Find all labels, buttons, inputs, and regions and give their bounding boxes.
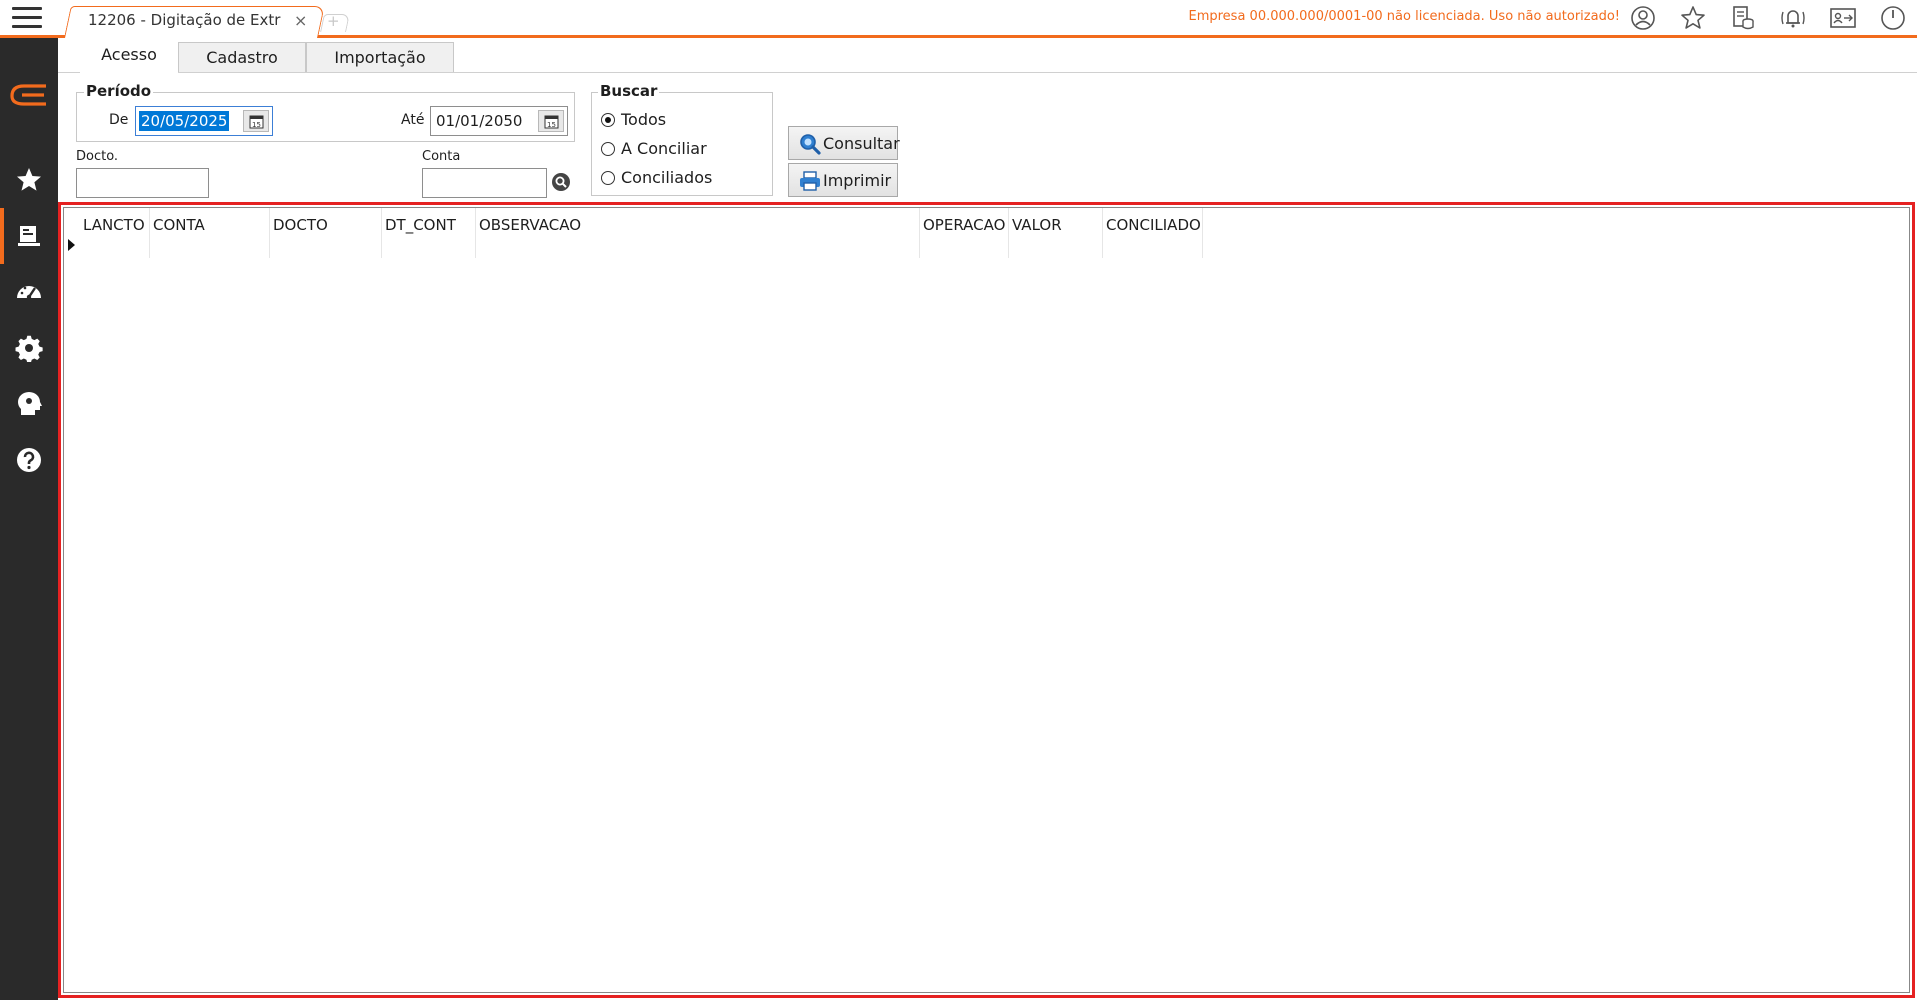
calendar-icon: 15 — [544, 115, 559, 129]
consultar-button[interactable]: Consultar — [788, 126, 900, 160]
sidebar — [0, 38, 58, 1000]
ate-label: Até — [401, 112, 425, 128]
settings-gear-icon[interactable] — [0, 320, 58, 376]
document-tab-title[interactable]: 12206 - Digitação de Extr — [88, 11, 280, 29]
close-tab-icon[interactable]: × — [294, 11, 307, 30]
radio-a-conciliar-label: A Conciliar — [621, 139, 707, 158]
power-icon[interactable] — [1878, 4, 1908, 32]
register-icon[interactable] — [0, 208, 58, 264]
column-header-label: LANCTO — [83, 216, 145, 234]
date-from-calendar-button[interactable]: 15 — [243, 110, 269, 132]
column-header-operacao[interactable]: OPERACAO — [920, 208, 1009, 258]
column-header-conciliado[interactable]: CONCILIADO — [1103, 208, 1203, 258]
column-header-dt-cont[interactable]: DT_CONT — [382, 208, 476, 258]
top-bar: 12206 - Digitação de Extr × + Empresa 00… — [0, 0, 1917, 38]
user-circle-icon[interactable] — [1628, 4, 1658, 32]
date-to-field[interactable]: 01/01/2050 15 — [430, 106, 568, 136]
de-label: De — [109, 112, 129, 128]
column-header-docto[interactable]: DOCTO — [270, 208, 382, 258]
column-header-lancto[interactable]: LANCTO — [80, 208, 150, 258]
docto-label: Docto. — [76, 149, 119, 164]
svg-text:15: 15 — [252, 121, 261, 129]
help-question-icon[interactable] — [0, 432, 58, 488]
current-row-arrow-icon — [68, 239, 75, 251]
radio-conciliados-label: Conciliados — [621, 168, 713, 187]
imprimir-button[interactable]: Imprimir — [788, 163, 898, 197]
license-warning: Empresa 00.000.000/0001-00 não licenciad… — [1188, 9, 1620, 24]
column-header-label: DOCTO — [273, 216, 328, 234]
radio-todos-indicator[interactable] — [601, 113, 615, 127]
tab-importacao[interactable]: Importação — [306, 42, 454, 72]
conta-lookup-search-icon[interactable] — [551, 172, 571, 192]
date-to-calendar-button[interactable]: 15 — [538, 110, 564, 132]
calendar-icon: 15 — [249, 115, 264, 129]
column-header-observacao[interactable]: OBSERVACAO — [476, 208, 920, 258]
column-header-valor[interactable]: VALOR — [1009, 208, 1103, 258]
column-header-label: CONCILIADO — [1106, 216, 1201, 234]
column-header-label: CONTA — [153, 216, 205, 234]
column-header-conta[interactable]: CONTA — [150, 208, 270, 258]
tab-cadastro[interactable]: Cadastro — [178, 42, 306, 72]
conta-label: Conta — [422, 149, 461, 164]
document-tab-content: 12206 - Digitação de Extr × — [70, 11, 320, 33]
active-indicator — [0, 208, 4, 264]
svg-text:15: 15 — [547, 121, 556, 129]
search-icon — [800, 134, 821, 155]
hamburger-menu-icon[interactable] — [10, 4, 44, 32]
column-header-label: VALOR — [1012, 216, 1062, 234]
date-from-field[interactable]: 20/05/2025 15 — [135, 106, 273, 136]
id-card-icon[interactable] — [1828, 4, 1858, 32]
column-header-label: DT_CONT — [385, 216, 456, 234]
database-report-icon[interactable] — [1728, 4, 1758, 32]
docto-input[interactable] — [76, 168, 209, 198]
consultar-label: Consultar — [823, 134, 900, 153]
radio-todos-label: Todos — [621, 110, 667, 129]
radio-a-conciliar-indicator[interactable] — [601, 142, 615, 156]
column-header-label: OBSERVACAO — [479, 216, 582, 234]
tab-acesso[interactable]: Acesso — [80, 40, 178, 74]
notification-bell-icon[interactable] — [1778, 4, 1808, 32]
favorites-star-icon[interactable] — [0, 152, 58, 208]
column-header-label: OPERACAO — [923, 216, 1006, 234]
results-grid[interactable]: LANCTO CONTA DOCTO DT_CONT OBSERVACAO OP… — [58, 202, 1915, 998]
date-from-value: 20/05/2025 — [139, 111, 230, 131]
printer-icon — [800, 171, 820, 191]
conta-input[interactable] — [422, 168, 547, 198]
buscar-title: Buscar — [598, 82, 660, 100]
grid-body: LANCTO CONTA DOCTO DT_CONT OBSERVACAO OP… — [63, 207, 1910, 993]
dashboard-gauge-icon[interactable] — [0, 264, 58, 320]
plus-icon[interactable]: + — [327, 12, 340, 30]
imprimir-label: Imprimir — [823, 171, 892, 190]
support-head-icon[interactable] — [0, 376, 58, 432]
radio-conciliados-indicator[interactable] — [601, 171, 615, 185]
date-to-value: 01/01/2050 — [436, 112, 523, 130]
star-icon[interactable] — [1678, 4, 1708, 32]
periodo-title: Período — [84, 82, 154, 100]
logo-icon[interactable] — [0, 74, 58, 118]
